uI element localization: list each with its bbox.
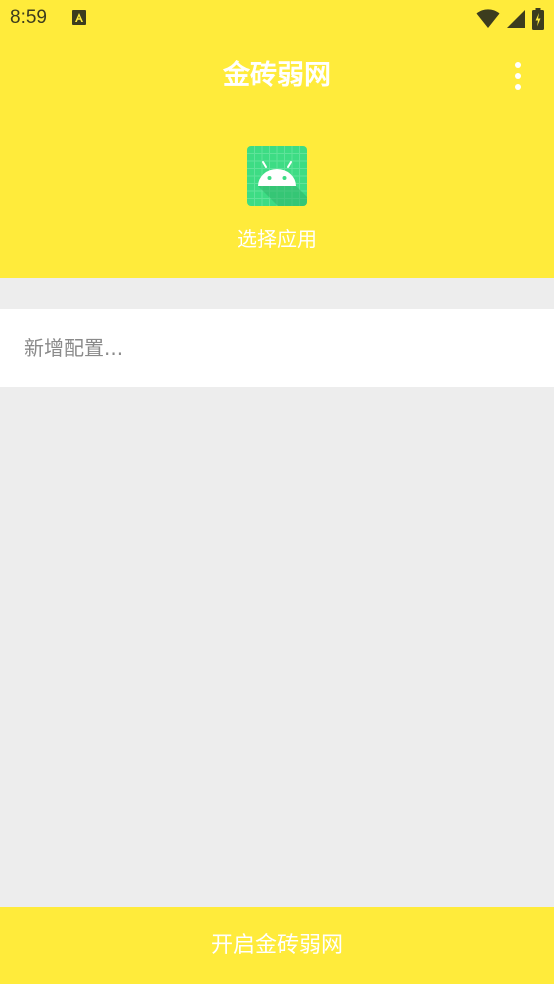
menu-dot	[515, 62, 521, 68]
cell-signal-icon	[506, 9, 526, 33]
config-card	[0, 309, 554, 387]
wifi-icon	[476, 9, 500, 33]
notification-a-icon	[72, 10, 86, 25]
new-config-input[interactable]	[0, 309, 554, 387]
status-bar: 8:59	[0, 0, 554, 38]
more-vert-icon[interactable]	[506, 60, 530, 92]
start-weak-network-button[interactable]: 开启金砖弱网	[0, 907, 554, 984]
toolbar-title: 金砖弱网	[223, 60, 331, 91]
status-icons	[476, 8, 544, 34]
app-header: 8:59 金砖弱网 选择应用	[0, 0, 554, 278]
menu-dot	[515, 73, 521, 79]
select-app-label: 选择应用	[237, 227, 317, 251]
status-time: 8:59	[10, 7, 47, 28]
select-app-button[interactable]: 选择应用	[200, 140, 354, 262]
menu-dot	[515, 84, 521, 90]
battery-charging-icon	[532, 8, 544, 34]
android-app-icon	[247, 146, 307, 206]
